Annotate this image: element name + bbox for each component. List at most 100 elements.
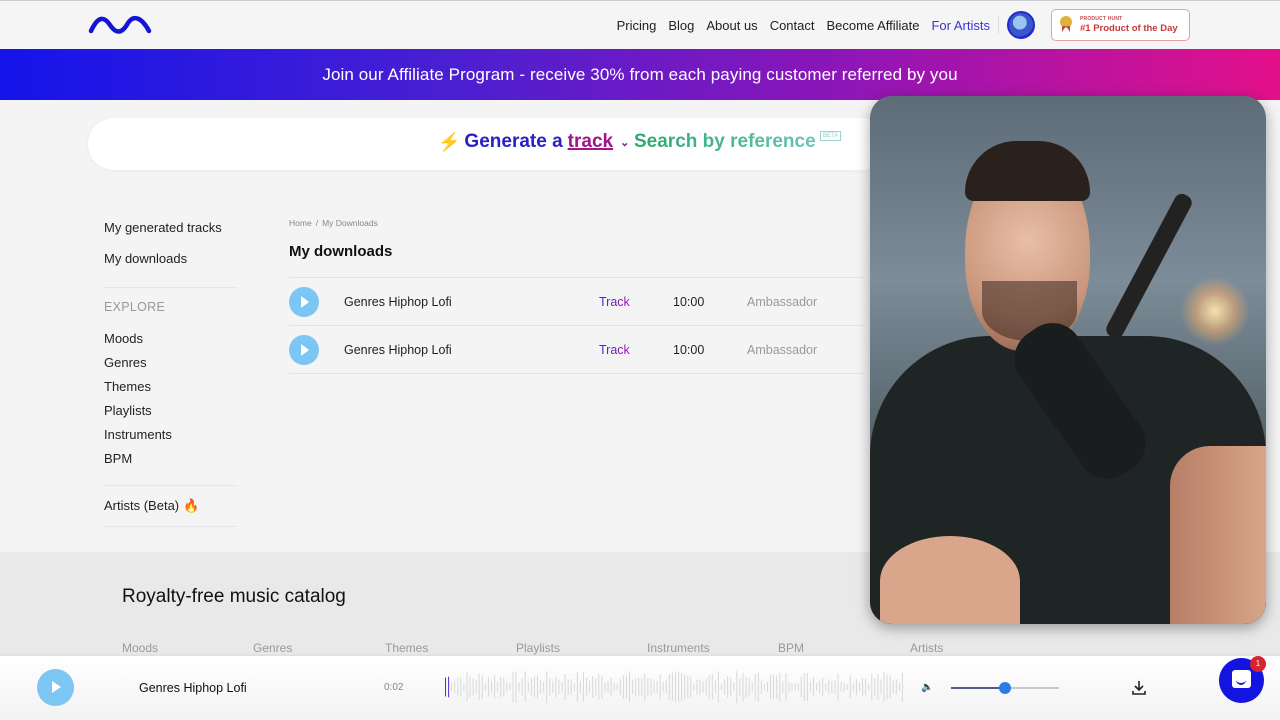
- audio-player: Genres Hiphop Lofi 0:02 🔈: [0, 656, 1280, 720]
- fire-icon: 🔥: [183, 498, 200, 513]
- waveform-bar: [779, 672, 781, 702]
- waveform-bar: [644, 673, 646, 701]
- search-bar[interactable]: ⚡ Generate a track ⌄ Search by reference…: [88, 118, 888, 170]
- product-of-day-label: #1 Product of the Day: [1080, 22, 1178, 34]
- waveform-bar: [487, 677, 489, 697]
- waveform-bar: [451, 682, 453, 692]
- nav-blog[interactable]: Blog: [668, 18, 694, 33]
- track-name[interactable]: Genres Hiphop Lofi: [344, 295, 452, 309]
- waveform-bar: [730, 678, 732, 696]
- waveform-bar: [555, 676, 557, 698]
- waveform-bar: [638, 677, 640, 697]
- volume-knob[interactable]: [999, 682, 1011, 694]
- waveform-bar: [831, 681, 833, 693]
- generate-type: track: [567, 131, 614, 152]
- sidebar-item-moods[interactable]: Moods: [104, 329, 172, 353]
- waveform-bar: [886, 674, 888, 700]
- sidebar-item-my-generated-tracks[interactable]: My generated tracks: [104, 218, 222, 242]
- site-header: Pricing Blog About us Contact Become Aff…: [0, 0, 1280, 49]
- waveform-bar: [895, 679, 897, 695]
- sidebar-item-bpm[interactable]: BPM: [104, 449, 172, 473]
- nav-about-us[interactable]: About us: [706, 18, 757, 33]
- nav-for-artists[interactable]: For Artists: [931, 18, 990, 33]
- volume-icon[interactable]: 🔈: [921, 682, 933, 693]
- play-button[interactable]: [289, 335, 319, 365]
- waveform-bar: [586, 677, 588, 697]
- waveform-bar: [454, 680, 456, 694]
- waveform-bar: [889, 675, 891, 699]
- search-by-reference-tab[interactable]: Search by reference: [634, 131, 816, 153]
- breadcrumb-separator: /: [315, 218, 319, 228]
- waveform-bar: [852, 682, 854, 692]
- explore-list: Moods Genres Themes Playlists Instrument…: [104, 329, 172, 473]
- sidebar-item-themes[interactable]: Themes: [104, 377, 172, 401]
- sidebar-item-playlists[interactable]: Playlists: [104, 401, 172, 425]
- track-license: Ambassador: [747, 343, 818, 357]
- generate-track-dropdown[interactable]: ⚡ Generate a track ⌄: [438, 131, 629, 153]
- user-avatar[interactable]: [1007, 11, 1035, 39]
- waveform-bar: [696, 679, 698, 695]
- artists-label: Artists (Beta): [104, 498, 180, 513]
- presenter-hair: [965, 141, 1090, 201]
- waveform-bar: [641, 678, 643, 696]
- waveform-bar: [690, 676, 692, 698]
- waveform-bar: [828, 679, 830, 695]
- nav-pricing[interactable]: Pricing: [617, 18, 657, 33]
- catalog-tab-moods[interactable]: Moods: [122, 641, 158, 655]
- waveform-bar: [819, 680, 821, 694]
- waveform-bar: [500, 676, 502, 698]
- lightning-icon: ⚡: [438, 131, 461, 152]
- waveform-bar: [874, 678, 876, 696]
- waveform-bar: [770, 674, 772, 700]
- waveform-bar: [763, 683, 765, 691]
- waveform-bar: [448, 676, 450, 698]
- catalog-tab-instruments[interactable]: Instruments: [647, 641, 710, 655]
- track-duration: 10:00: [673, 343, 705, 357]
- waveform-bar: [757, 672, 759, 702]
- product-hunt-badge[interactable]: PRODUCT HUNT #1 Product of the Day: [1051, 9, 1190, 41]
- generate-prefix: Generate a: [464, 131, 563, 152]
- volume-slider[interactable]: [951, 682, 1059, 694]
- waveform-bar: [681, 672, 683, 702]
- catalog-tab-playlists[interactable]: Playlists: [516, 641, 560, 655]
- nav-contact[interactable]: Contact: [770, 18, 815, 33]
- waveform-bar: [736, 671, 738, 703]
- player-play-button[interactable]: [37, 669, 74, 706]
- page-title: My downloads: [289, 243, 393, 260]
- sidebar-item-genres[interactable]: Genres: [104, 353, 172, 377]
- waveform-bar: [595, 678, 597, 696]
- play-button[interactable]: [289, 287, 319, 317]
- table-row: Genres Hiphop Lofi Track 10:00 Ambassado…: [289, 326, 864, 374]
- waveform-scrubber[interactable]: [445, 670, 905, 704]
- waveform-bar: [537, 675, 538, 699]
- catalog-tab-genres[interactable]: Genres: [253, 641, 292, 655]
- waveform-bar: [834, 680, 836, 694]
- volume-fill: [951, 687, 1005, 689]
- download-icon[interactable]: [1132, 680, 1146, 696]
- waveform-bar: [625, 675, 627, 699]
- waveform-bar: [675, 671, 676, 703]
- waveform-bar: [524, 671, 526, 703]
- sidebar-divider: [104, 287, 238, 288]
- sidebar-item-artists[interactable]: Artists (Beta) 🔥: [104, 498, 199, 514]
- waveform-bar: [598, 674, 600, 700]
- webcam-overlay: [870, 96, 1266, 624]
- track-name[interactable]: Genres Hiphop Lofi: [344, 343, 452, 357]
- waveform-bar: [472, 678, 474, 696]
- sidebar-item-instruments[interactable]: Instruments: [104, 425, 172, 449]
- waveform-bar: [855, 678, 857, 696]
- waveform-bar: [466, 672, 468, 702]
- waveform-bar: [754, 673, 756, 701]
- nav-become-affiliate[interactable]: Become Affiliate: [827, 18, 920, 33]
- waveform-bar: [739, 678, 741, 696]
- breadcrumb-home[interactable]: Home: [289, 218, 312, 228]
- downloads-table: Genres Hiphop Lofi Track 10:00 Ambassado…: [289, 277, 864, 374]
- catalog-tab-artists[interactable]: Artists: [910, 641, 943, 655]
- catalog-tab-bpm[interactable]: BPM: [778, 641, 804, 655]
- wave-logo[interactable]: [88, 14, 152, 36]
- waveform-bar: [549, 678, 551, 696]
- waveform-bar: [724, 679, 726, 695]
- affiliate-banner[interactable]: Join our Affiliate Program - receive 30%…: [0, 49, 1280, 100]
- sidebar-item-my-downloads[interactable]: My downloads: [104, 249, 187, 273]
- catalog-tab-themes[interactable]: Themes: [385, 641, 428, 655]
